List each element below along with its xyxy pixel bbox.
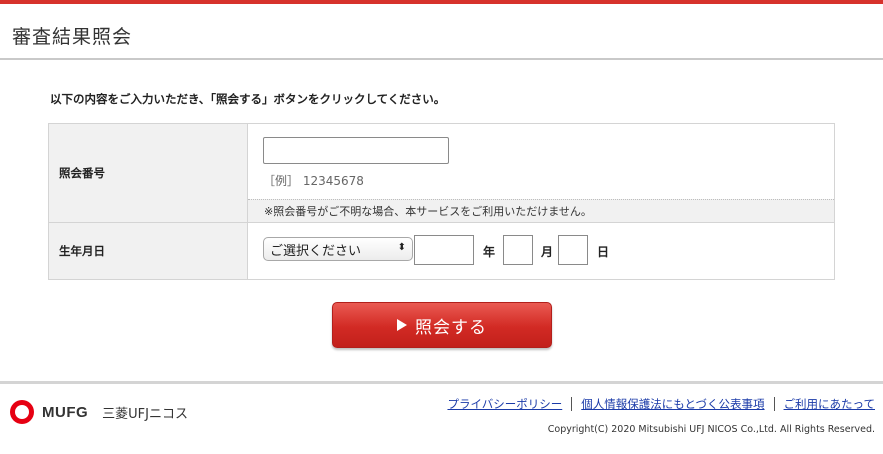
month-unit-label: 月: [541, 245, 554, 259]
birthdate-label: 生年月日: [49, 223, 248, 279]
footer-divider: [0, 381, 883, 384]
year-unit-label: 年: [483, 245, 496, 259]
mufg-logo-icon: [10, 400, 34, 424]
page-header: 審査結果照会: [0, 4, 883, 60]
submit-label: 照会する: [415, 317, 487, 338]
era-select[interactable]: ご選択ください ⬍: [263, 237, 413, 261]
birth-day-input[interactable]: [558, 235, 588, 265]
inquiry-number-label: 照会番号: [49, 124, 248, 223]
select-arrow-icon: ⬍: [397, 242, 406, 253]
footer-links: プライバシーポリシー 個人情報保護法にもとづく公表事項 ご利用にあたって: [447, 396, 875, 412]
link-separator: [773, 397, 775, 411]
inquiry-number-example: ［例］ 12345678: [263, 174, 364, 188]
inquiry-number-note: ※照会番号がご不明な場合、本サービスをご利用いただけません。: [248, 199, 834, 223]
birth-year-input[interactable]: [414, 235, 474, 265]
terms-of-use-link[interactable]: ご利用にあたって: [784, 396, 875, 412]
inquiry-form: 照会番号 ［例］ 12345678 ※照会番号がご不明な場合、本サービスをご利用…: [48, 123, 835, 280]
day-unit-label: 日: [597, 245, 610, 259]
copyright-text: Copyright(C) 2020 Mitsubishi UFJ NICOS C…: [547, 424, 875, 435]
inquiry-submit-button[interactable]: 照会する: [332, 302, 552, 348]
mufg-logo: MUFG 三菱UFJニコス: [10, 400, 188, 424]
logo-text: MUFG: [42, 403, 89, 421]
inquiry-number-input[interactable]: [263, 137, 449, 164]
era-select-value: ご選択ください: [270, 243, 362, 259]
birth-month-input[interactable]: [503, 235, 533, 265]
privacy-policy-link[interactable]: プライバシーポリシー: [447, 396, 562, 412]
personal-info-disclosure-link[interactable]: 個人情報保護法にもとづく公表事項: [581, 396, 764, 412]
link-separator: [571, 397, 573, 411]
page-title: 審査結果照会: [12, 26, 133, 48]
play-icon: [397, 319, 407, 331]
instruction-text: 以下の内容をご入力いただき、「照会する」ボタンをクリックしてください。: [50, 92, 446, 106]
logo-subtext: 三菱UFJニコス: [102, 406, 188, 422]
